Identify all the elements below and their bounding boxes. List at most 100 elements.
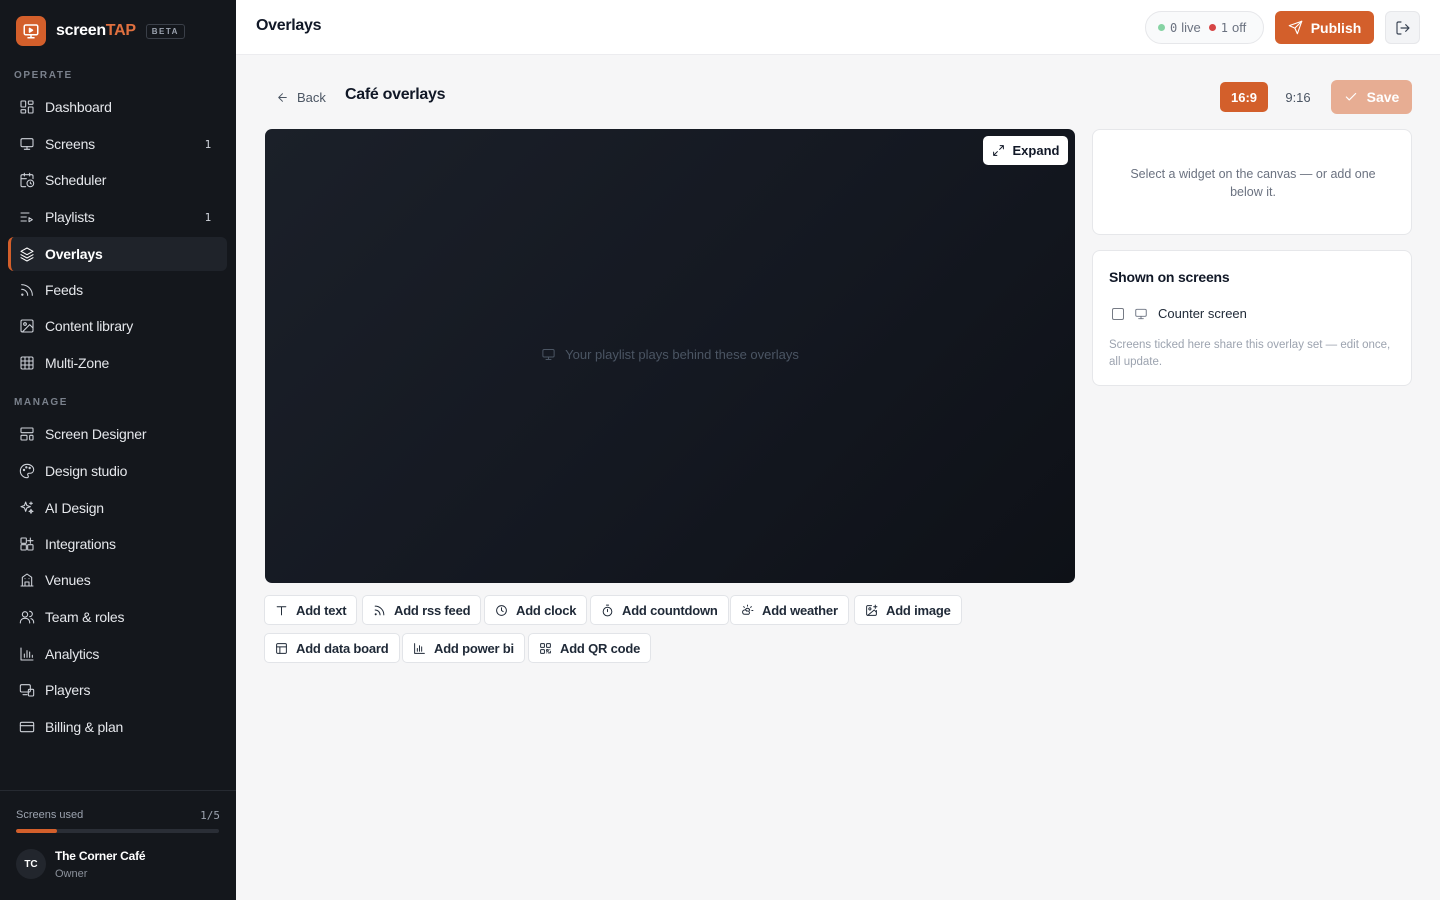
shown-on-screens-panel: Shown on screens Counter screen Screens … <box>1092 250 1412 386</box>
add-rss-feed-button[interactable]: Add rss feed <box>362 595 482 625</box>
sidebar-item-feeds[interactable]: Feeds <box>8 273 227 307</box>
timer-icon <box>602 604 613 616</box>
monitor-icon <box>542 349 555 360</box>
panel-title: Shown on screens <box>1109 269 1230 285</box>
logout-icon <box>1395 20 1410 35</box>
sidebar: screenTAP BETA OPERATE Dashboard Screens… <box>0 0 236 900</box>
org-name[interactable]: The Corner Café <box>55 849 146 863</box>
puzzle-icon <box>18 535 36 553</box>
qr-code-icon <box>540 642 551 654</box>
usage-progress-bar <box>16 829 219 833</box>
back-button[interactable]: Back <box>276 88 326 106</box>
expand-icon <box>992 145 1004 156</box>
layers-icon <box>18 245 36 263</box>
table-icon <box>276 642 287 654</box>
sidebar-item-label: Playlists <box>45 209 95 225</box>
sidebar-item-playlists[interactable]: Playlists 1 <box>8 200 227 234</box>
sparkles-icon <box>18 499 36 517</box>
add-power-bi-button[interactable]: Add power bi <box>402 633 525 663</box>
inspector-hint: Select a widget on the canvas — or add o… <box>1130 167 1376 199</box>
list-item: Counter screen <box>1112 306 1247 321</box>
brand[interactable]: screenTAP BETA <box>16 16 185 46</box>
grid-icon <box>18 354 36 372</box>
live-label: live <box>1181 20 1201 35</box>
add-weather-button[interactable]: Add weather <box>730 595 849 625</box>
sidebar-item-label: Content library <box>45 318 134 334</box>
sidebar-item-ai-design[interactable]: AI Design <box>8 491 227 525</box>
live-count: 0 <box>1170 20 1178 35</box>
sidebar-item-team-roles[interactable]: Team & roles <box>8 600 227 634</box>
usage-progress-fill <box>16 829 57 833</box>
status-badge[interactable]: 0 live 1 off <box>1145 11 1264 44</box>
live-status-dot-icon <box>1158 24 1165 31</box>
sidebar-item-label: Screens <box>45 136 95 152</box>
off-status-dot-icon <box>1208 24 1216 31</box>
add-countdown-button[interactable]: Add countdown <box>590 595 729 625</box>
canvas-hint: Your playlist plays behind these overlay… <box>265 347 1075 362</box>
screen-name: Counter screen <box>1158 306 1247 321</box>
sidebar-item-label: Integrations <box>45 536 116 552</box>
panel-note: Screens ticked here share this overlay s… <box>1109 339 1391 368</box>
credit-card-icon <box>18 718 36 736</box>
text-icon <box>276 605 287 615</box>
rss-icon <box>374 605 385 615</box>
sidebar-item-label: Scheduler <box>45 172 107 188</box>
sidebar-item-dashboard[interactable]: Dashboard <box>8 90 227 124</box>
expand-button[interactable]: Expand <box>983 136 1068 165</box>
sidebar-item-count: 1 <box>204 137 212 151</box>
add-data-board-button[interactable]: Add data board <box>264 633 400 663</box>
publish-button[interactable]: Publish <box>1275 11 1374 44</box>
monitor-icon <box>1135 308 1147 319</box>
send-icon <box>1288 20 1303 35</box>
sidebar-item-label: Design studio <box>45 463 128 479</box>
sidebar-item-label: Feeds <box>45 282 83 298</box>
sidebar-item-billing[interactable]: Billing & plan <box>8 710 227 744</box>
section-label-operate: OPERATE <box>14 70 73 81</box>
sidebar-item-label: Screen Designer <box>45 426 147 442</box>
off-label: off <box>1231 20 1247 35</box>
sidebar-item-count: 1 <box>204 210 212 224</box>
sidebar-item-overlays[interactable]: Overlays <box>8 237 227 271</box>
add-text-button[interactable]: Add text <box>264 595 358 625</box>
calendar-clock-icon <box>18 171 36 189</box>
arrow-left-icon <box>278 92 287 102</box>
users-icon <box>18 608 36 626</box>
brand-name: screenTAP <box>56 22 136 39</box>
sidebar-item-integrations[interactable]: Integrations <box>8 527 227 561</box>
player-device-icon <box>18 681 36 699</box>
rss-icon <box>18 281 36 299</box>
save-button[interactable]: Save <box>1331 80 1412 114</box>
sidebar-item-label: AI Design <box>45 500 104 516</box>
sidebar-item-scheduler[interactable]: Scheduler <box>8 163 227 197</box>
add-qr-code-button[interactable]: Add QR code <box>528 633 652 663</box>
sidebar-item-content-library[interactable]: Content library <box>8 309 227 343</box>
page-title: Overlays <box>256 17 322 34</box>
sidebar-footer: Screens used 1/5 TC The Corner Café Owne… <box>0 790 236 900</box>
dashboard-icon <box>18 98 36 116</box>
check-icon <box>1345 92 1356 101</box>
sidebar-item-screen-designer[interactable]: Screen Designer <box>8 417 227 451</box>
sidebar-item-screens[interactable]: Screens 1 <box>8 127 227 161</box>
widget-inspector-panel: Select a widget on the canvas — or add o… <box>1092 129 1412 235</box>
avatar[interactable]: TC <box>16 849 46 879</box>
org-role: Owner <box>55 868 88 880</box>
sidebar-item-venues[interactable]: Venues <box>8 563 227 597</box>
add-image-button[interactable]: Add image <box>854 595 962 625</box>
screen-checkbox[interactable] <box>1112 307 1124 320</box>
sidebar-item-label: Analytics <box>45 646 100 662</box>
off-count: 1 <box>1220 20 1228 35</box>
layout-icon <box>18 425 36 443</box>
add-clock-button[interactable]: Add clock <box>484 595 588 625</box>
sidebar-item-multi-zone[interactable]: Multi-Zone <box>8 346 227 380</box>
sidebar-item-design-studio[interactable]: Design studio <box>8 454 227 488</box>
sidebar-item-label: Team & roles <box>45 609 125 625</box>
aspect-ratio-16-9-toggle[interactable]: 16:9 <box>1220 82 1268 112</box>
overlay-set-title: Café overlays <box>345 86 446 103</box>
bar-chart-icon <box>18 645 36 663</box>
topbar: Overlays 0 live 1 off Publish <box>236 0 1440 55</box>
logout-button[interactable] <box>1385 11 1420 44</box>
aspect-ratio-9-16-toggle[interactable]: 9:16 <box>1274 82 1322 112</box>
sidebar-item-players[interactable]: Players <box>8 673 227 707</box>
sidebar-item-analytics[interactable]: Analytics <box>8 637 227 671</box>
overlay-canvas[interactable]: Expand Your playlist plays behind these … <box>265 129 1075 583</box>
